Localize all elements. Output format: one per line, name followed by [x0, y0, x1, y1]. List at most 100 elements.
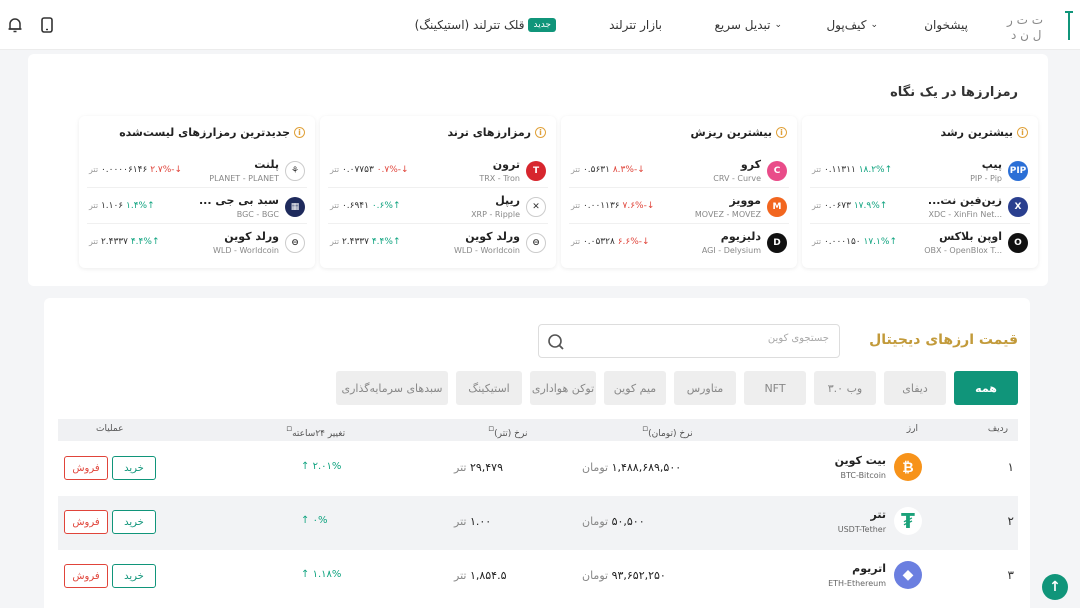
- coin-name: دلیزیوم: [720, 230, 761, 243]
- filter-tab[interactable]: همه: [954, 371, 1018, 405]
- table-row[interactable]: ۳ ◆ اتریوم ETH-Ethereum ۹۳,۶۵۲,۲۵۰ تومان ۱,۸۵…: [58, 550, 1018, 604]
- coin-icon: ₮: [894, 507, 922, 535]
- coin-symbol: TRX - Tron: [479, 174, 520, 183]
- coin-price: ۲.۴۳۳۷: [341, 237, 369, 247]
- arrow-down-icon: ↓: [174, 165, 183, 175]
- filter-tab[interactable]: NFT: [744, 371, 806, 405]
- price-tether: ۱.۰۰ تتر: [454, 515, 492, 528]
- coin-name: پیپ: [981, 158, 1002, 171]
- tetherland-logo[interactable]: ت ت ر ل ن د: [1003, 10, 1073, 42]
- coin-symbol: XRP - Ripple: [471, 210, 520, 219]
- coin-price: ۱.۱۰۶: [100, 201, 124, 211]
- overview-coin-row[interactable]: C کرو CRV - Curve ↓-۸.۳% ۰.۵۶۳۱ تتر: [569, 154, 789, 188]
- sell-button[interactable]: فروش: [64, 564, 108, 588]
- coin-search-box[interactable]: [538, 324, 840, 358]
- table-row[interactable]: ۱ ₿ بیت کوین BTC-Bitcoin ۱,۴۸۸,۶۸۹,۵۰۰ تومان…: [58, 442, 1018, 496]
- filter-tab[interactable]: دیفای: [884, 371, 946, 405]
- overview-coin-row[interactable]: O اوپن بلاکس OBX - OpenBlox T... ↑۱۷.۱% ۰.۰…: [810, 226, 1030, 260]
- coin-symbol: PLANET - PLANET: [209, 174, 279, 183]
- nav-item-wallet[interactable]: کیف‌پول ⌄: [826, 0, 878, 50]
- change-24h: ↑ ۰%: [301, 515, 328, 526]
- coin-symbol: OBX - OpenBlox T...: [924, 246, 1002, 255]
- buy-button[interactable]: خرید: [112, 510, 156, 534]
- coin-symbol: MOVEZ - MOVEZ: [694, 210, 761, 219]
- price-change: ↓-۸.۳%: [612, 165, 645, 175]
- overview-coin-row[interactable]: D دلیزیوم AGI - Delysium ↓-۶.۶% ۰.۰۵۳۲۸ تتر: [569, 226, 789, 260]
- info-icon[interactable]: i: [776, 127, 787, 138]
- coin-icon: T: [526, 161, 546, 181]
- coin-price: ۲.۴۳۳۷: [100, 237, 128, 247]
- unit-label: تتر: [812, 201, 822, 210]
- price-change: ↓-۲.۷%: [150, 165, 183, 175]
- filter-tab[interactable]: توکن هواداری: [530, 371, 596, 405]
- overview-coin-row[interactable]: X زین‌فین نت... XDC - XinFin Net... ↑۱۷.۹% …: [810, 190, 1030, 224]
- nav-item-quick-swap[interactable]: تبدیل سریع ⌄: [715, 0, 782, 50]
- info-icon[interactable]: i: [1017, 127, 1028, 138]
- coin-price: ۰.۵۶۳۱: [582, 165, 610, 175]
- arrow-up-icon: ↑: [301, 461, 310, 472]
- price-toman: ۱,۴۸۸,۶۸۹,۵۰۰ تومان: [582, 461, 682, 474]
- overview-coin-row[interactable]: ▦ سبد بی جی ... BGC - BGC ↑۱.۴% ۱.۱۰۶ تتر: [87, 190, 307, 224]
- coin-price-change: ↓-۲.۷% ۰.۰۰۰۰۶۱۴۶ تتر: [89, 165, 182, 175]
- info-icon[interactable]: i: [294, 127, 305, 138]
- coin-symbol: XDC - XinFin Net...: [928, 210, 1003, 219]
- coin-name: زین‌فین نت...: [927, 194, 1002, 207]
- overview-card: بیشترین ریزش i C کرو CRV - Curve ↓-۸.۳% ۰.۵۶۳…: [561, 116, 797, 268]
- coin-price-change: ↑۱۷.۹% ۰.۰۶۷۳ تتر: [812, 201, 887, 211]
- search-icon[interactable]: [547, 333, 565, 351]
- header-tether[interactable]: ▫ نرخ (تتر): [488, 424, 527, 439]
- header-rank: ردیف: [987, 424, 1008, 434]
- overview-coin-row[interactable]: ✕ ریپل XRP - Ripple ↑۰.۶% ۰.۶۹۴۱ تتر: [328, 190, 548, 224]
- buy-button[interactable]: خرید: [112, 564, 156, 588]
- filter-tab[interactable]: وب ۳.۰: [814, 371, 876, 405]
- filter-tab[interactable]: استیکینگ: [456, 371, 522, 405]
- table-row[interactable]: ۲ ₮ تتر USDT-Tether ۵۰,۵۰۰ تومان ۱.۰۰ تتر ↑ ۰%…: [58, 496, 1018, 550]
- sell-button[interactable]: فروش: [64, 510, 108, 534]
- scroll-to-top-button[interactable]: ↑: [1042, 574, 1068, 600]
- overview-title: رمزارزها در یک نگاه: [890, 85, 1018, 100]
- coin-icon: ✕: [526, 197, 546, 217]
- coin-icon: ⊖: [526, 233, 546, 253]
- overview-coin-row[interactable]: M موویز MOVEZ - MOVEZ ↓-۷.۶% ۰.۰۰۱۱۳۶ تتر: [569, 190, 789, 224]
- price-change: ↓-۶.۶%: [617, 237, 650, 247]
- arrow-up-icon: ↑: [301, 569, 310, 580]
- overview-coin-row[interactable]: T ترون TRX - Tron ↓-۰.۷% ۰.۰۷۷۵۳ تتر: [328, 154, 548, 188]
- coin-symbol: CRV - Curve: [713, 174, 761, 183]
- price-change: ↑۱۸.۲%: [858, 165, 893, 175]
- coin-search-input[interactable]: [589, 333, 829, 344]
- filter-tab[interactable]: میم کوین: [604, 371, 666, 405]
- nav-item-market[interactable]: بازار تترلند: [609, 0, 662, 50]
- nav-item-staking[interactable]: قلک تترلند (استیکینگ) جدید: [415, 0, 556, 50]
- notification-bell-icon[interactable]: [6, 16, 24, 34]
- overview-coin-row[interactable]: ⚘ پلنت PLANET - PLANET ↓-۲.۷% ۰.۰۰۰۰۶۱۴۶ تت…: [87, 154, 307, 188]
- coin-name: بیت کوین: [834, 454, 886, 467]
- overview-coin-row[interactable]: ⊖ ورلد کوین WLD - Worldcoin ↑۴.۴% ۲.۴۳۳۷ تت…: [87, 226, 307, 260]
- filter-tab[interactable]: سبدهای سرمایه‌گذاری: [336, 371, 448, 405]
- sell-button[interactable]: فروش: [64, 456, 108, 480]
- filter-tab[interactable]: متاورس: [674, 371, 736, 405]
- coin-icon: O: [1008, 233, 1028, 253]
- overview-coin-row[interactable]: ⊖ ورلد کوین WLD - Worldcoin ↑۴.۴% ۲.۴۳۳۷ تت…: [328, 226, 548, 260]
- coin-name: تتر: [870, 508, 886, 521]
- coin-price: ۰.۰۰۱۱۳۶: [582, 201, 620, 211]
- unit-label: تتر: [89, 165, 99, 174]
- row-rank: ۳: [1007, 568, 1014, 582]
- unit-label: تتر: [812, 237, 822, 246]
- coin-price-change: ↑۱.۴% ۱.۱۰۶ تتر: [89, 201, 155, 211]
- coin-icon: ▦: [285, 197, 305, 217]
- coin-price: ۰.۰۵۳۲۸: [582, 237, 615, 247]
- price-tether: ۲۹,۴۷۹ تتر: [454, 461, 503, 474]
- info-icon[interactable]: i: [535, 127, 546, 138]
- header-toman[interactable]: ▫ نرخ (تومان): [642, 424, 693, 439]
- chevron-down-icon: ⌄: [870, 20, 878, 30]
- change-24h: ↑ ۱.۱۸%: [301, 569, 342, 580]
- row-rank: ۲: [1007, 514, 1014, 528]
- header-change[interactable]: ▫ تغییر ۲۴ساعته: [286, 424, 345, 439]
- unit-label: تتر: [571, 165, 581, 174]
- buy-button[interactable]: خرید: [112, 456, 156, 480]
- overview-card-title: رمزارزهای ترند i: [447, 126, 546, 139]
- nav-item-dashboard[interactable]: پیشخوان: [924, 0, 968, 50]
- mobile-app-icon[interactable]: [38, 16, 56, 34]
- coin-price: ۰.۰۶۷۳: [823, 201, 851, 211]
- overview-coin-row[interactable]: PIP پیپ PIP - Pip ↑۱۸.۲% ۰.۱۱۳۱۱ تتر: [810, 154, 1030, 188]
